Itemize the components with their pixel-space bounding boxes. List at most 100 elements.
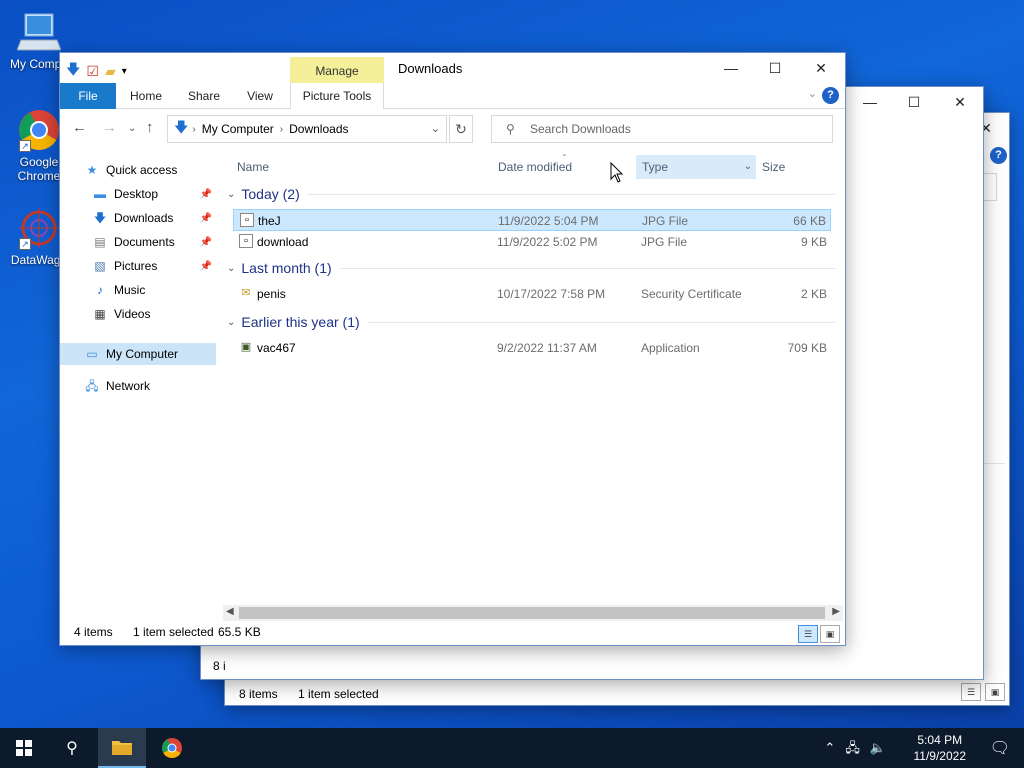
group-header-earlier-this-year[interactable]: ⌄ Earlier this year (1): [227, 311, 835, 333]
file-size: 66 KB: [793, 214, 826, 228]
quick-access-toolbar: 🡇 ☑ ▰ ▾: [66, 59, 127, 83]
maximize-icon[interactable]: ☐: [891, 87, 937, 117]
computer-icon: [16, 10, 62, 54]
network-status-icon[interactable]: 🖧: [845, 740, 870, 755]
help-icon[interactable]: ?: [822, 87, 839, 104]
taskbar-file-explorer[interactable]: [98, 728, 146, 768]
volume-icon[interactable]: 🔈: [870, 740, 896, 755]
breadcrumb-my-computer[interactable]: My Computer: [202, 122, 274, 136]
collapse-group-icon[interactable]: ⌄: [227, 317, 235, 328]
breadcrumb-separator-icon[interactable]: ›: [280, 124, 283, 135]
tab-home[interactable]: Home: [122, 83, 170, 109]
search-icon: ⚲: [66, 740, 78, 757]
file-name: theJ: [258, 214, 281, 228]
pin-icon[interactable]: 📌: [200, 261, 212, 272]
address-dropdown-icon[interactable]: ⌄: [431, 122, 440, 135]
datawago-icon: ↗: [17, 206, 61, 250]
file-type: Application: [641, 341, 700, 355]
tab-picture-tools[interactable]: Picture Tools: [290, 83, 384, 109]
clock-date: 11/9/2022: [913, 749, 967, 763]
nav-label: Videos: [114, 307, 151, 321]
collapse-group-icon[interactable]: ⌄: [227, 263, 235, 274]
close-icon[interactable]: ✕: [798, 53, 844, 83]
table-row[interactable]: ▫ theJ 11/9/2022 5:04 PM JPG File 66 KB: [233, 209, 831, 231]
search-button[interactable]: ⚲: [48, 728, 96, 768]
title-bar[interactable]: 🡇 ☑ ▰ ▾ Manage Downloads — ☐ ✕: [60, 53, 845, 87]
window-title: Downloads: [398, 61, 463, 76]
clock[interactable]: 5:04 PM 11/9/2022: [914, 732, 967, 764]
collapse-group-icon[interactable]: ⌄: [227, 189, 235, 200]
table-row[interactable]: ▫ download 11/9/2022 5:02 PM JPG File 9 …: [233, 231, 831, 253]
minimize-icon[interactable]: —: [708, 53, 754, 83]
nav-label: Music: [114, 283, 146, 297]
tab-share[interactable]: Share: [180, 83, 228, 109]
group-header-last-month[interactable]: ⌄ Last month (1): [227, 257, 835, 279]
back-icon[interactable]: ←: [72, 119, 87, 136]
forward-icon[interactable]: →: [102, 119, 117, 136]
pin-icon[interactable]: 📌: [200, 189, 212, 200]
column-header-name[interactable]: Name: [237, 155, 269, 179]
scroll-right-icon[interactable]: ▶: [832, 606, 840, 617]
properties-icon[interactable]: ☑: [86, 63, 99, 80]
file-size: 709 KB: [787, 341, 827, 355]
music-icon: ♪: [97, 283, 103, 297]
nav-my-computer[interactable]: ▭ My Computer: [60, 343, 216, 365]
ribbon-expand-icon[interactable]: ⌄: [808, 87, 817, 100]
file-type: Security Certificate: [641, 287, 742, 301]
breadcrumb-separator-icon[interactable]: ›: [192, 124, 195, 135]
help-icon[interactable]: ?: [990, 147, 1007, 164]
nav-videos[interactable]: ▦ Videos: [92, 303, 216, 325]
file-type: JPG File: [641, 235, 688, 249]
file-type: JPG File: [642, 214, 689, 228]
nav-network[interactable]: 🖧 Network: [84, 375, 214, 397]
certificate-icon: ✉: [241, 287, 251, 299]
file-date: 10/17/2022 7:58 PM: [497, 287, 606, 301]
up-icon[interactable]: ↑: [146, 119, 154, 136]
breadcrumb-downloads[interactable]: Downloads: [289, 122, 348, 136]
group-header-today[interactable]: ⌄ Today (2): [227, 183, 835, 205]
scrollbar-thumb[interactable]: [239, 607, 825, 619]
column-header-type[interactable]: Type ⌄: [636, 155, 756, 179]
down-arrow-icon[interactable]: 🡇: [66, 59, 80, 83]
start-button[interactable]: [0, 728, 48, 768]
table-row[interactable]: ✉ penis 10/17/2022 7:58 PM Security Cert…: [233, 283, 831, 305]
customize-qat-icon[interactable]: ▾: [122, 66, 127, 77]
scroll-left-icon[interactable]: ◀: [226, 606, 234, 617]
maximize-icon[interactable]: ☐: [752, 53, 798, 83]
close-icon[interactable]: ✕: [937, 87, 983, 117]
tab-view[interactable]: View: [236, 83, 284, 109]
column-filter-icon[interactable]: ⌄: [744, 155, 752, 179]
nav-downloads[interactable]: 🡇 Downloads 📌: [92, 207, 216, 229]
nav-documents[interactable]: ▤ Documents 📌: [92, 231, 216, 253]
tab-file[interactable]: File: [60, 83, 116, 109]
taskbar-chrome[interactable]: [148, 728, 196, 768]
address-bar[interactable]: 🡇 › My Computer › Downloads ⌄: [167, 115, 447, 143]
column-header-size[interactable]: Size: [762, 155, 785, 179]
table-row[interactable]: ▣ vac467 9/2/2022 11:37 AM Application 7…: [233, 337, 831, 359]
status-selected: 1 item selected: [133, 625, 214, 639]
nav-music[interactable]: ♪ Music: [92, 279, 216, 301]
nav-desktop[interactable]: ▬ Desktop 📌: [92, 183, 216, 205]
notification-icon[interactable]: 🗨: [990, 738, 1010, 758]
pin-icon[interactable]: 📌: [200, 237, 212, 248]
large-icons-view-icon[interactable]: ▣: [985, 683, 1005, 701]
details-view-icon[interactable]: ☰: [798, 625, 818, 643]
refresh-icon[interactable]: ↻: [449, 115, 473, 143]
explorer-window-downloads[interactable]: 🡇 ☑ ▰ ▾ Manage Downloads — ☐ ✕ File Home…: [59, 52, 846, 646]
show-hidden-icons-icon[interactable]: ⌃: [824, 740, 845, 755]
system-tray: ⌃🖧🔈: [824, 739, 896, 761]
search-input[interactable]: ⚲ Search Downloads: [491, 115, 833, 143]
minimize-icon[interactable]: —: [847, 87, 893, 117]
pin-icon[interactable]: 📌: [200, 213, 212, 224]
nav-label: Pictures: [114, 259, 158, 273]
windows-logo-icon: [16, 740, 32, 756]
column-header-date[interactable]: Date modified: [498, 155, 572, 179]
nav-quick-access[interactable]: ★ Quick access: [84, 159, 214, 181]
recent-locations-icon[interactable]: ⌄: [128, 123, 136, 134]
new-folder-icon[interactable]: ▰: [105, 63, 116, 80]
details-view-icon[interactable]: ☰: [961, 683, 981, 701]
nav-pictures[interactable]: ▧ Pictures 📌: [92, 255, 216, 277]
nav-label: My Computer: [106, 347, 179, 361]
application-icon: ▣: [240, 341, 252, 353]
large-icons-view-icon[interactable]: ▣: [820, 625, 840, 643]
